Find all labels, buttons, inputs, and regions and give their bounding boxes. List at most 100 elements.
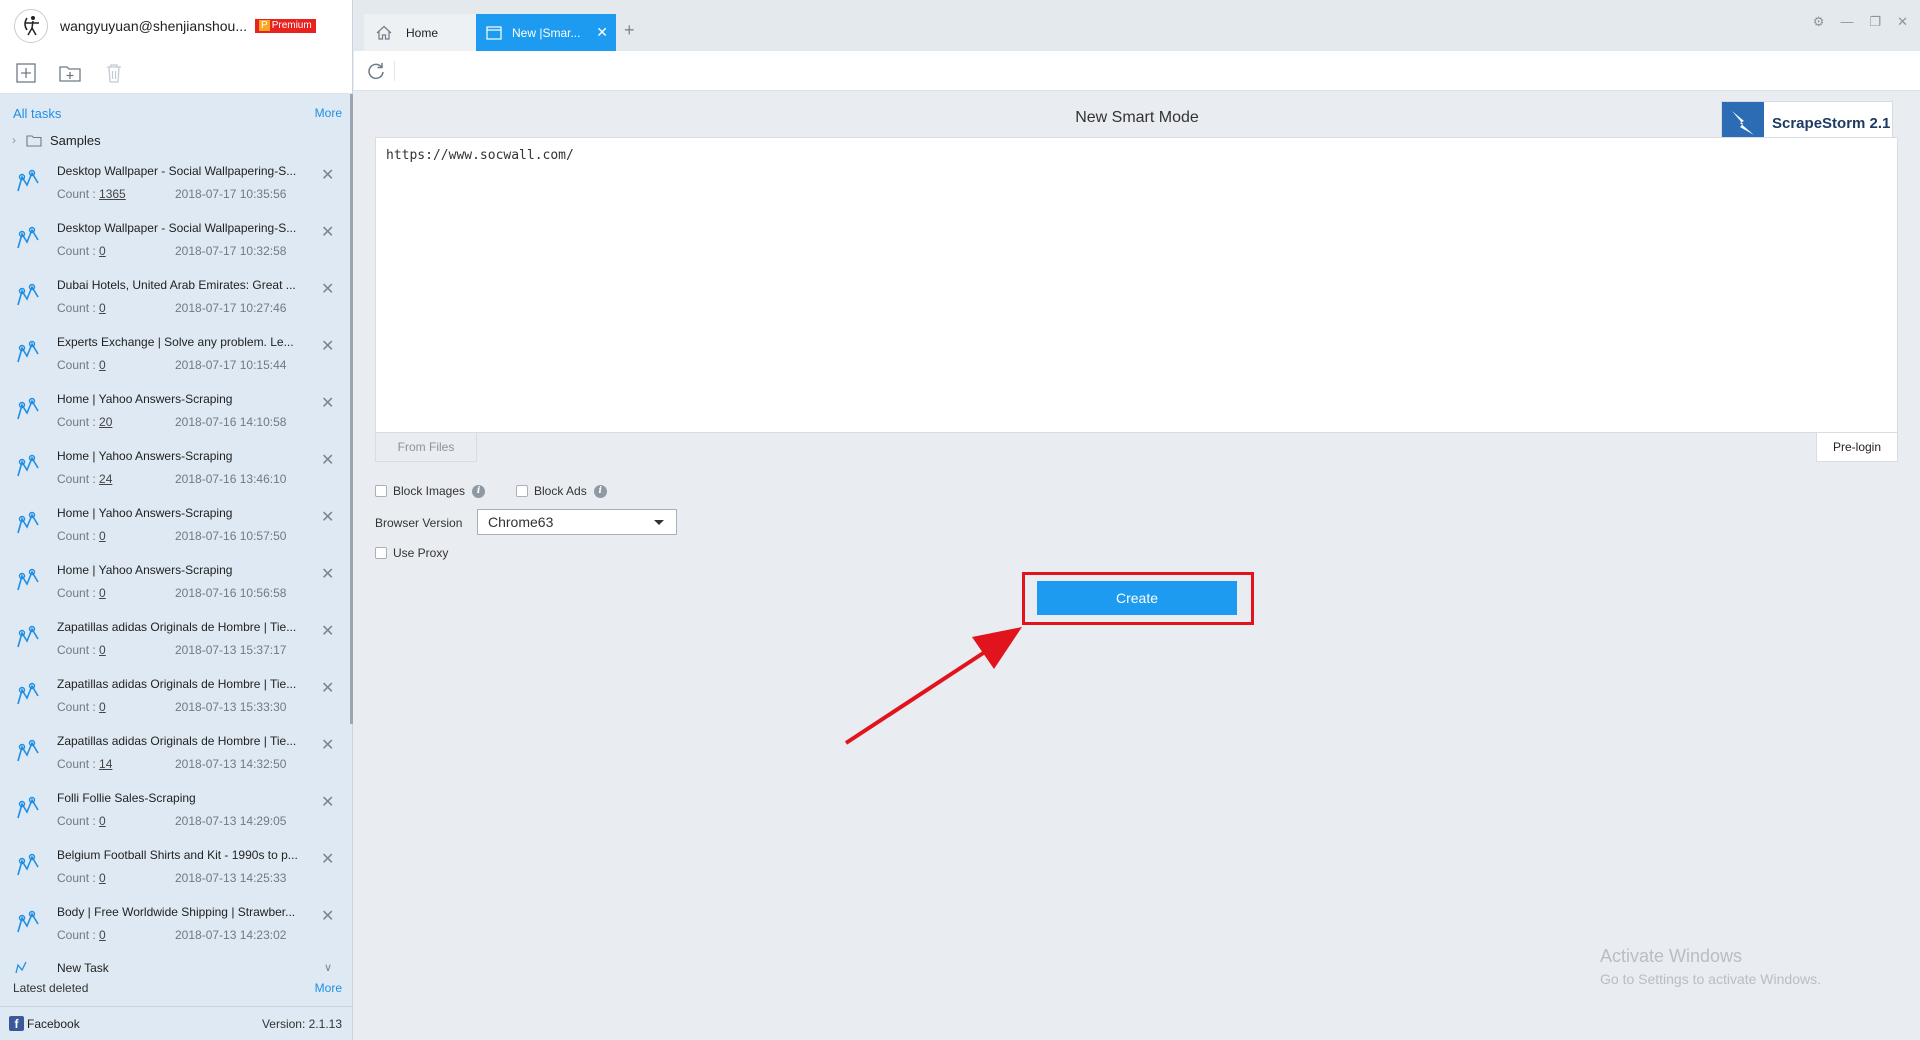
task-count-row: Count : 0	[57, 244, 106, 258]
info-icon[interactable]: i	[472, 484, 486, 498]
task-title[interactable]: Zapatillas adidas Originals de Hombre | …	[57, 734, 305, 748]
task-title[interactable]: Belgium Football Shirts and Kit - 1990s …	[57, 848, 305, 862]
samples-folder[interactable]: › Samples	[0, 128, 352, 152]
use-proxy-checkbox[interactable]	[375, 547, 387, 559]
new-folder-button[interactable]	[58, 61, 82, 85]
task-count[interactable]: 0	[99, 814, 106, 828]
close-icon[interactable]: ✕	[321, 279, 334, 299]
block-ads-option[interactable]: Block Ads i	[516, 484, 607, 498]
deleted-more-link[interactable]: More	[315, 981, 342, 995]
from-files-button[interactable]: From Files	[375, 432, 477, 462]
task-title[interactable]: Zapatillas adidas Originals de Hombre | …	[57, 677, 305, 691]
task-item[interactable]: Home | Yahoo Answers-Scraping Count : 0 20…	[0, 556, 352, 613]
task-item[interactable]: Dubai Hotels, United Arab Emirates: Grea…	[0, 271, 352, 328]
task-item[interactable]: Home | Yahoo Answers-Scraping Count : 24 2…	[0, 442, 352, 499]
close-icon[interactable]: ✕	[321, 792, 334, 812]
close-icon[interactable]: ✕	[321, 678, 334, 698]
premium-p-mark: P	[259, 20, 270, 31]
task-title[interactable]: Zapatillas adidas Originals de Hombre | …	[57, 620, 305, 634]
task-count[interactable]: 1365	[99, 187, 126, 201]
task-item[interactable]: Experts Exchange | Solve any problem. Le…	[0, 328, 352, 385]
task-title[interactable]: Desktop Wallpaper - Social Wallpapering-…	[57, 164, 305, 178]
task-title[interactable]: Home | Yahoo Answers-Scraping	[57, 392, 305, 406]
task-count[interactable]: 0	[99, 871, 106, 885]
restore-icon[interactable]: ❐	[1869, 14, 1881, 30]
close-icon[interactable]: ✕	[321, 450, 334, 470]
all-tasks-link[interactable]: All tasks	[13, 106, 61, 121]
close-icon[interactable]: ✕	[321, 336, 334, 356]
task-icon	[14, 338, 42, 366]
task-title[interactable]: Body | Free Worldwide Shipping | Strawbe…	[57, 905, 305, 919]
task-count[interactable]: 0	[99, 643, 106, 657]
task-count[interactable]: 0	[99, 301, 106, 315]
minimize-icon[interactable]: —	[1840, 14, 1853, 30]
chevron-right-icon[interactable]: ›	[12, 133, 26, 147]
settings-gear-icon[interactable]: ⚙	[1813, 14, 1825, 30]
block-images-option[interactable]: Block Images i	[375, 484, 486, 498]
task-item[interactable]: Desktop Wallpaper - Social Wallpapering-…	[0, 214, 352, 271]
task-item[interactable]: Home | Yahoo Answers-Scraping Count : 20 2…	[0, 385, 352, 442]
close-icon[interactable]: ✕	[321, 507, 334, 527]
tasks-more-link[interactable]: More	[315, 106, 342, 120]
close-tab-icon[interactable]: ✕	[596, 24, 608, 41]
chevron-down-icon[interactable]: ∨	[324, 961, 332, 974]
task-date: 2018-07-13 14:32:50	[175, 757, 287, 771]
task-count[interactable]: 0	[99, 358, 106, 372]
task-item[interactable]: Zapatillas adidas Originals de Hombre | …	[0, 727, 352, 784]
task-count[interactable]: 20	[99, 415, 112, 429]
task-item[interactable]: Belgium Football Shirts and Kit - 1990s …	[0, 841, 352, 898]
close-icon[interactable]: ✕	[321, 735, 334, 755]
refresh-icon[interactable]	[366, 61, 386, 81]
window-icon	[486, 25, 502, 40]
user-name[interactable]: wangyuyuan@shenjianshou...	[60, 18, 247, 34]
new-task-label: New Task	[57, 961, 109, 975]
task-item[interactable]: Folli Follie Sales-Scraping Count : 0 2018…	[0, 784, 352, 841]
add-tab-icon[interactable]: +	[624, 20, 635, 41]
task-count[interactable]: 0	[99, 244, 106, 258]
task-count[interactable]: 14	[99, 757, 112, 771]
close-icon[interactable]: ✕	[321, 906, 334, 926]
task-count[interactable]: 0	[99, 700, 106, 714]
facebook-link[interactable]: f Facebook	[9, 1016, 80, 1031]
close-icon[interactable]: ✕	[321, 393, 334, 413]
tab-home[interactable]: Home	[364, 14, 484, 51]
task-title[interactable]: Home | Yahoo Answers-Scraping	[57, 449, 305, 463]
task-title[interactable]: Experts Exchange | Solve any problem. Le…	[57, 335, 305, 349]
browser-version-select[interactable]: Chrome63	[477, 509, 677, 535]
url-textarea[interactable]: https://www.socwall.com/	[375, 137, 1898, 433]
task-item[interactable]: Home | Yahoo Answers-Scraping Count : 0 20…	[0, 499, 352, 556]
task-item[interactable]: Desktop Wallpaper - Social Wallpapering-…	[0, 157, 352, 214]
task-date: 2018-07-16 10:57:50	[175, 529, 287, 543]
task-count[interactable]: 24	[99, 472, 112, 486]
new-task-button[interactable]	[14, 61, 38, 85]
info-icon[interactable]: i	[593, 484, 607, 498]
use-proxy-option[interactable]: Use Proxy	[375, 546, 448, 560]
create-button[interactable]: Create	[1037, 581, 1237, 615]
task-item[interactable]: Zapatillas adidas Originals de Hombre | …	[0, 613, 352, 670]
sidebar-footer: f Facebook Version: 2.1.13	[0, 1006, 352, 1040]
delete-button[interactable]	[102, 61, 126, 85]
task-title[interactable]: Dubai Hotels, United Arab Emirates: Grea…	[57, 278, 305, 292]
pre-login-button[interactable]: Pre-login	[1816, 432, 1898, 462]
task-count[interactable]: 0	[99, 928, 106, 942]
task-count[interactable]: 0	[99, 586, 106, 600]
close-icon[interactable]: ✕	[321, 165, 334, 185]
task-title[interactable]: Home | Yahoo Answers-Scraping	[57, 506, 305, 520]
block-ads-checkbox[interactable]	[516, 485, 528, 497]
avatar[interactable]	[14, 9, 48, 43]
latest-deleted-label: Latest deleted	[13, 981, 89, 995]
tab-new-smart-mode[interactable]: New |Smar... ✕	[476, 14, 616, 51]
task-item[interactable]: Zapatillas adidas Originals de Hombre | …	[0, 670, 352, 727]
task-title[interactable]: Folli Follie Sales-Scraping	[57, 791, 305, 805]
close-icon[interactable]: ✕	[321, 564, 334, 584]
task-count[interactable]: 0	[99, 529, 106, 543]
task-title[interactable]: Desktop Wallpaper - Social Wallpapering-…	[57, 221, 305, 235]
close-icon[interactable]: ✕	[321, 849, 334, 869]
sidebar-scrollbar[interactable]	[350, 94, 353, 724]
close-icon[interactable]: ✕	[1897, 14, 1908, 30]
task-item[interactable]: Body | Free Worldwide Shipping | Strawbe…	[0, 898, 352, 955]
block-images-checkbox[interactable]	[375, 485, 387, 497]
task-title[interactable]: Home | Yahoo Answers-Scraping	[57, 563, 305, 577]
close-icon[interactable]: ✕	[321, 621, 334, 641]
close-icon[interactable]: ✕	[321, 222, 334, 242]
